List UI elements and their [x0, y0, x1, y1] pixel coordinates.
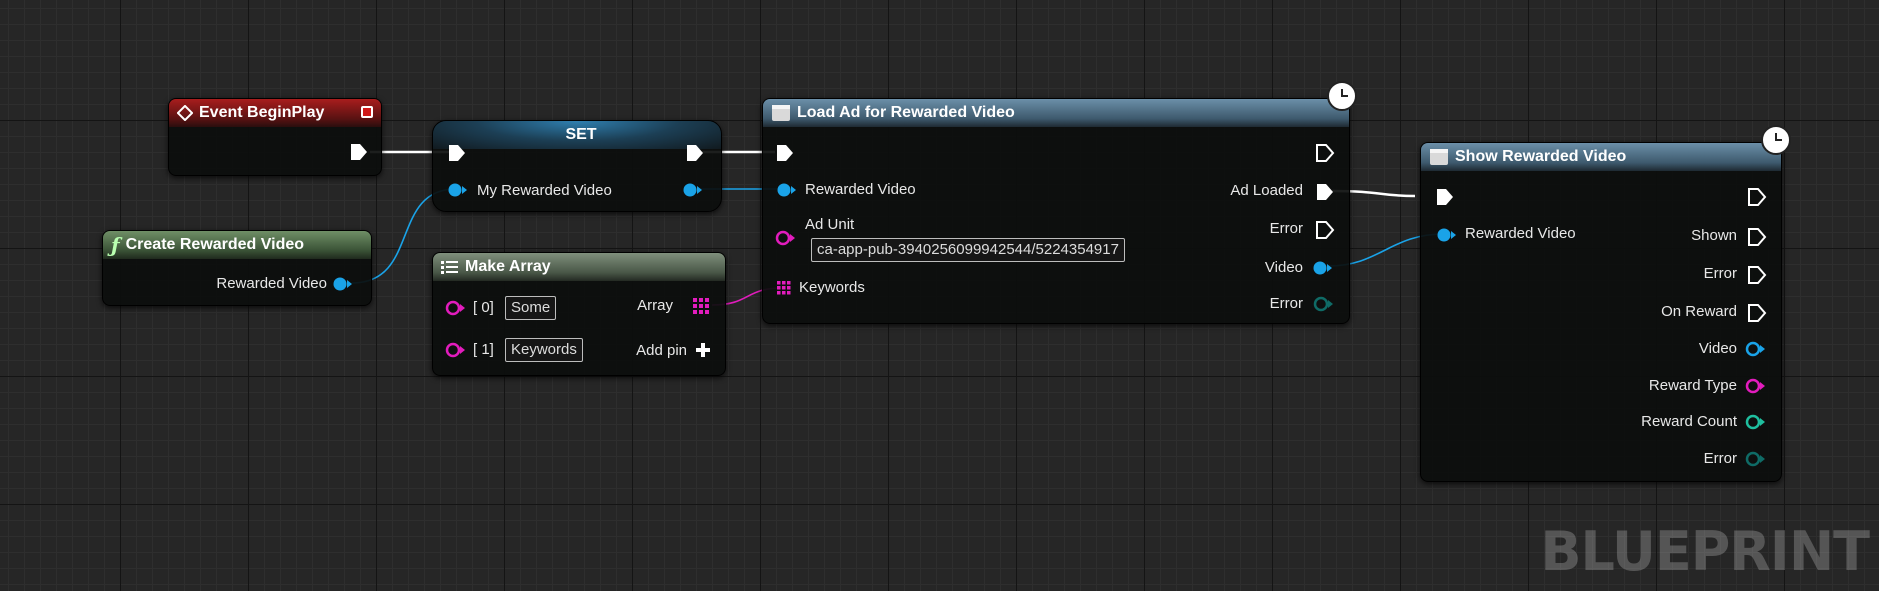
array-in-pin[interactable] [777, 281, 791, 295]
object-in-pin[interactable] [1437, 227, 1457, 243]
ad-unit-label: Ad Unit [805, 216, 855, 233]
video-out-label: Video [1264, 259, 1303, 276]
struct-out-pin[interactable] [1745, 451, 1765, 467]
load-ad-node[interactable]: Load Ad for Rewarded Video Rewarded Vide… [762, 81, 1357, 324]
rewarded-video-input-label: Rewarded Video [1465, 225, 1576, 242]
event-diamond-icon [177, 105, 193, 121]
object-in-pin[interactable] [448, 182, 468, 198]
error-struct-label: Error [1269, 295, 1303, 312]
exec-in-pin[interactable] [447, 143, 467, 163]
object-out-pin[interactable] [333, 276, 353, 292]
add-pin-icon[interactable] [695, 342, 711, 358]
object-in-pin[interactable] [777, 182, 797, 198]
object-out-pin[interactable] [683, 182, 703, 198]
array-index-label: [ 0] [473, 299, 494, 316]
latent-clock-icon [1761, 125, 1791, 155]
node-header: Show Rewarded Video [1421, 143, 1781, 171]
latent-function-icon [771, 104, 791, 122]
make-array-node[interactable]: Make Array [ 0] Some [ 1] Keywords Array… [432, 252, 726, 376]
return-value-label: Rewarded Video [216, 275, 327, 292]
exec-out-pin[interactable] [1747, 227, 1767, 247]
exec-out-pin[interactable] [1747, 187, 1767, 207]
error-exec-label: Error [1269, 220, 1303, 237]
exec-in-pin[interactable] [1435, 187, 1455, 207]
array-output-label: Array [637, 297, 673, 314]
event-begin-play-node[interactable]: Event BeginPlay [168, 98, 382, 176]
exec-out-pin[interactable] [1747, 265, 1767, 285]
array-item-value-input[interactable]: Keywords [505, 338, 583, 362]
string-in-pin[interactable] [775, 230, 795, 246]
node-title: Show Rewarded Video [1455, 148, 1627, 165]
blueprint-watermark: BLUEPRINT [1540, 520, 1870, 583]
array-out-pin[interactable] [693, 298, 709, 314]
show-rewarded-video-node[interactable]: Show Rewarded Video Rewarded Video Shown… [1420, 125, 1791, 482]
exec-out-pin[interactable] [685, 143, 705, 163]
node-header: ƒ Create Rewarded Video [103, 231, 371, 259]
function-icon: ƒ [111, 233, 120, 257]
video-out-label: Video [1698, 340, 1737, 357]
exec-out-pin[interactable] [1315, 143, 1335, 163]
object-out-pin[interactable] [1745, 341, 1765, 357]
array-grid-icon [441, 259, 459, 275]
exec-out-pin[interactable] [1315, 182, 1335, 202]
latent-clock-icon [1327, 81, 1357, 111]
set-variable-label: My Rewarded Video [477, 182, 612, 199]
exec-out-pin[interactable] [349, 142, 369, 162]
latent-function-icon [1429, 148, 1449, 166]
rewarded-video-input-label: Rewarded Video [805, 181, 916, 198]
stop-icon [361, 106, 373, 118]
shown-label: Shown [1691, 227, 1737, 244]
string-in-pin[interactable] [445, 300, 465, 316]
node-header: Event BeginPlay [169, 99, 381, 127]
exec-out-pin[interactable] [1315, 220, 1335, 240]
node-header: SET [433, 121, 721, 149]
node-header: Make Array [433, 253, 725, 281]
reward-type-label: Reward Type [1648, 377, 1737, 394]
add-pin-label: Add pin [636, 342, 687, 359]
error-struct-label: Error [1703, 450, 1737, 467]
struct-out-pin[interactable] [1313, 296, 1333, 312]
keywords-label: Keywords [799, 279, 865, 296]
ad-unit-id-input[interactable]: ca-app-pub-3940256099942544/5224354917 [811, 238, 1125, 262]
node-title: Create Rewarded Video [125, 236, 305, 253]
exec-in-pin[interactable] [775, 143, 795, 163]
set-node[interactable]: SET My Rewarded Video [432, 120, 722, 212]
reward-count-label: Reward Count [1641, 413, 1737, 430]
node-title: Event BeginPlay [199, 104, 325, 121]
node-header: Load Ad for Rewarded Video [763, 99, 1349, 127]
array-index-label: [ 1] [473, 341, 494, 358]
int-out-pin[interactable] [1745, 414, 1765, 430]
error-exec-label: Error [1703, 265, 1737, 282]
ad-loaded-label: Ad Loaded [1230, 182, 1303, 199]
string-in-pin[interactable] [445, 342, 465, 358]
create-rewarded-video-node[interactable]: ƒ Create Rewarded Video Rewarded Video [102, 230, 372, 306]
node-title: SET [565, 126, 597, 143]
exec-out-pin[interactable] [1747, 303, 1767, 323]
node-title: Make Array [465, 258, 551, 275]
string-out-pin[interactable] [1745, 378, 1765, 394]
node-title: Load Ad for Rewarded Video [797, 104, 1015, 121]
on-reward-label: On Reward [1661, 303, 1737, 320]
array-item-value-input[interactable]: Some [505, 296, 557, 320]
object-out-pin[interactable] [1313, 260, 1333, 276]
